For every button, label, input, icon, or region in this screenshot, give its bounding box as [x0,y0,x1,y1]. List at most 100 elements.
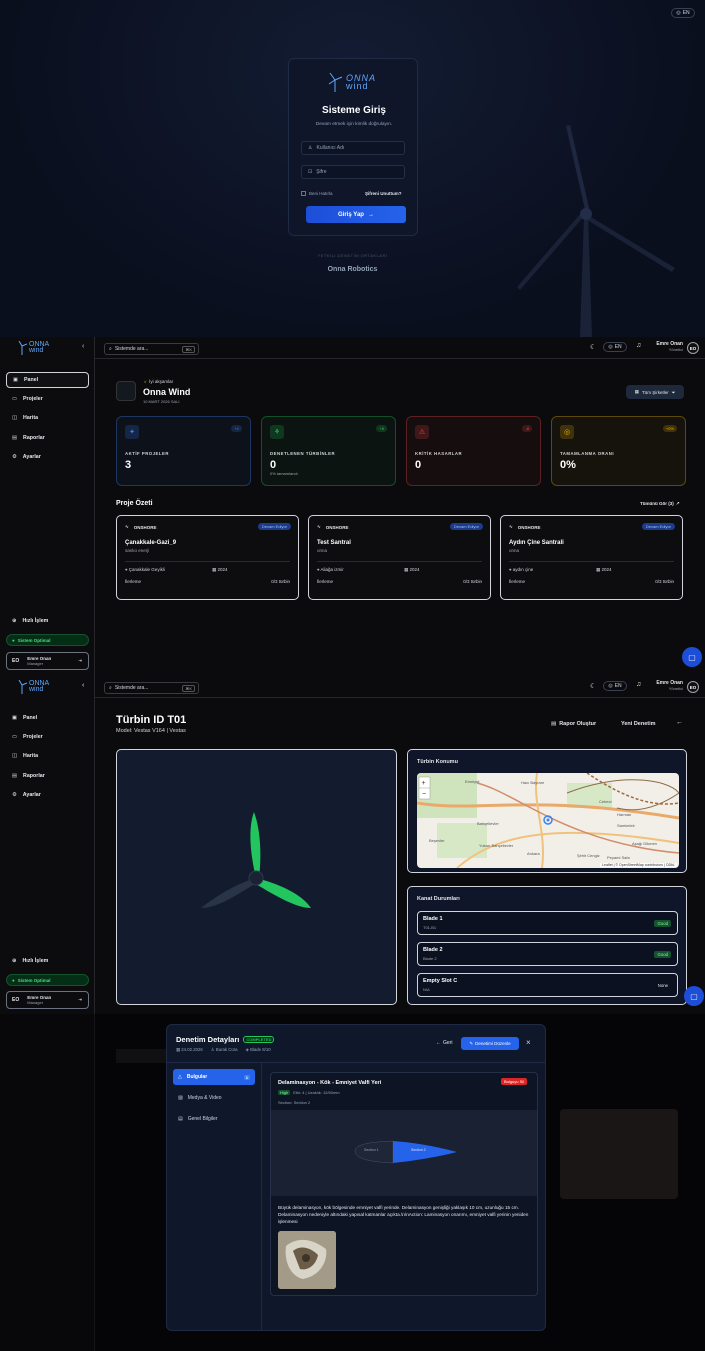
back-arrow-icon[interactable]: ← [676,719,683,726]
project-meta-row: ⌖ aydın çine ▦ 2024 [509,567,674,573]
delete-finding-button[interactable]: Bulguyu Sil [501,1078,528,1085]
nav-map[interactable]: ◫ Harita [6,410,89,426]
company-filter[interactable]: ▦ Tüm Şirketler ⏷ [626,385,684,399]
progress-label: İlerleme [125,579,142,584]
project-divider [509,561,674,562]
home-icon: ▣ [12,715,18,721]
login-button[interactable]: Giriş Yap → [306,206,406,223]
stat-label: AKTİF PROJELER [125,451,170,456]
map-attribution[interactable]: Leaflet | © OpenStreetMap contributors |… [600,863,677,867]
date-meta: ▦ 24.02.2026 [176,1047,203,1052]
forgot-password-link[interactable]: Şifreni Unuttum? [365,191,402,196]
section-1-label: Section 1 [364,1148,379,1152]
finding-photo[interactable] [278,1231,336,1289]
nav-settings[interactable]: ⚙ Ayarlar [6,449,89,465]
nav-map[interactable]: ◫ Harita [6,748,89,764]
stat-card[interactable]: ⚘ +8 DENETLENEN TÜRBİNLER 0 0% tamamlandı [261,416,396,486]
theme-toggle-icon[interactable]: ☾ [590,343,596,351]
stat-card[interactable]: ✦ +1 AKTİF PROJELER 3 [116,416,251,486]
target-icon: ◎ [560,425,574,439]
search-input[interactable]: ⌕ Sistemde ara... ⌘K [104,682,199,694]
tab-media[interactable]: ▨ Medya & Video [173,1090,255,1106]
logout-icon[interactable]: ⇥ [78,997,82,1003]
stat-value: 0% [560,459,576,471]
building-icon: ▦ [634,389,639,394]
nav-reports[interactable]: ▤ Raporlar [6,768,89,784]
bell-icon[interactable]: ♫ [636,681,641,688]
avatar[interactable]: EO [687,681,699,693]
nav-projects[interactable]: ▭ Projeler [6,391,89,407]
turbine-logo-icon [18,680,27,694]
sidebar-logo: ONNA wind [17,680,49,694]
map-icon: ◫ [12,415,18,421]
chat-button[interactable]: ▢ [682,647,702,667]
map-label: Bahçelievler [477,821,499,826]
new-inspection-button[interactable]: Yeni Denetim [621,721,656,727]
project-progress-row: İlerleme 0/3 türbin [125,579,290,584]
nav-panel[interactable]: ▣ Panel [6,710,89,726]
chat-button[interactable]: ▢ [684,986,704,1006]
back-button[interactable]: ← Geri [436,1040,452,1046]
edit-inspection-button[interactable]: ✎ Denetimi Düzenle [461,1037,519,1050]
project-progress-row: İlerleme 0/3 türbin [317,579,482,584]
stat-subtext: 0% tamamlandı [270,471,298,476]
remember-me[interactable]: Beni Hatırla [301,191,333,196]
stat-card[interactable]: ⚠ -8 KRİTİK HASARLAR 0 [406,416,541,486]
avatar[interactable]: EO [687,342,699,354]
blade-row[interactable]: Empty Slot C N/A None [417,973,678,997]
nav-settings[interactable]: ⚙ Ayarlar [6,787,89,803]
tab-general[interactable]: ▤ Genel Bilgiler [173,1111,255,1127]
partners-caption: YETKİLİ DENETİM ORTAKLARI [317,253,388,258]
blade-row[interactable]: Blade 1 T01-B1 Good [417,911,678,935]
project-card[interactable]: ∿ ONSHORE Devam Ediyor Çanakkale-Gazi_9 sank… [116,515,299,600]
search-input[interactable]: ⌕ Sistemde ara... ⌘K [104,343,199,355]
project-card[interactable]: ∿ ONSHORE Devam Ediyor Test Santral onna ⌖ Al… [308,515,491,600]
stat-label: DENETLENEN TÜRBİNLER [270,451,336,456]
nav-projects[interactable]: ▭ Projeler [6,729,89,745]
quick-action-button[interactable]: ⊕ Hızlı İşlem [6,613,89,629]
blade-3-shape[interactable] [201,878,258,908]
user-card[interactable]: EO Emre Onan Manager ⇥ [6,652,89,670]
project-name: Test Santral [317,540,351,546]
create-report-button[interactable]: ▤ Rapor Oluştur [551,721,596,727]
password-field[interactable]: ⊡ Şifre [301,165,405,179]
user-card[interactable]: EO Emre Onan Manager ⇥ [6,991,89,1009]
project-company: onna [317,548,328,553]
lock-icon: ⊡ [308,169,313,175]
blade-section-diagram[interactable]: Section 1 Section 2 [271,1110,537,1196]
project-card[interactable]: ∿ ONSHORE Devam Ediyor Aydın Çine Santrali o… [500,515,683,600]
remember-checkbox[interactable] [301,191,306,196]
logout-icon[interactable]: ⇥ [78,658,82,664]
tab-findings[interactable]: △ Bulgular 1 [173,1069,255,1085]
collapse-sidebar-icon[interactable]: ‹ [82,682,84,689]
blade-2-shape[interactable] [254,878,311,908]
close-icon[interactable]: × [526,1038,531,1047]
blade-sub: T01-B1 [423,925,437,930]
username-field[interactable]: ♙ Kullanıcı Adı [301,141,405,155]
blade-row[interactable]: Blade 2 Blade 2 Good [417,942,678,966]
project-divider [125,561,290,562]
stat-label: TAMAMLANMA ORANI [560,451,615,456]
greeting: ☼ İyi akşamlar [143,379,174,384]
nav-reports[interactable]: ▤ Raporlar [6,430,89,446]
language-switch[interactable]: ◎ EN [603,342,627,352]
theme-toggle-icon[interactable]: ☾ [590,682,596,690]
project-company: sanko enerji [125,548,150,553]
blade-1-shape[interactable] [250,812,261,878]
view-all-link[interactable]: Tümünü Gör (3) ↗ [640,501,680,507]
map[interactable]: + − Emniyet Hacı Bayram Cebeci Bahçelievler… [417,773,679,868]
finding-title: Delaminasyon - Kök - Emniyet Valfi Yeri [278,1080,382,1086]
language-switch[interactable]: ◎ EN [671,8,695,18]
status-dot-icon: ● [12,637,15,643]
nav-panel[interactable]: ▣ Panel [6,372,89,388]
language-switch[interactable]: ◎ EN [603,681,627,691]
stat-card[interactable]: ◎ +0% TAMAMLANMA ORANI 0% [551,416,686,486]
quick-action-button[interactable]: ⊕ Hızlı İşlem [6,953,89,969]
bell-icon[interactable]: ♫ [636,342,641,349]
turbine-count: 0/3 türbin [655,579,674,584]
chat-icon: ▢ [688,652,696,662]
project-status-chip: Devam Ediyor [449,523,483,530]
collapse-sidebar-icon[interactable]: ‹ [82,343,84,350]
system-status-badge: ● Sistem Optimal [6,634,89,646]
turbine-3d-view[interactable] [116,749,397,1005]
